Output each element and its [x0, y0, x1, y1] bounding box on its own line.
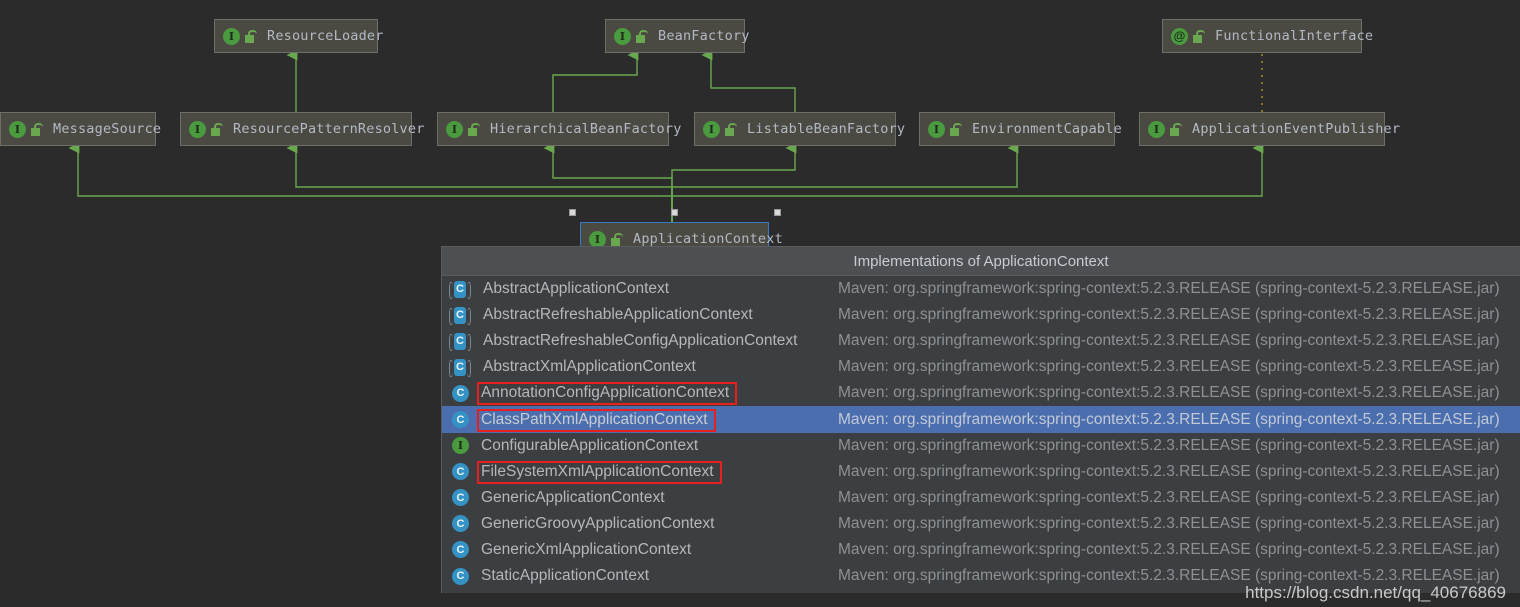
resize-handle[interactable] [773, 208, 781, 216]
class-node-label: ResourcePatternResolver [233, 121, 425, 137]
class-icon: C [452, 463, 469, 481]
class-node-applicationeventpublisher[interactable]: I ApplicationEventPublisher [1139, 112, 1400, 146]
interface-icon: I [703, 120, 720, 138]
implementations-popup[interactable]: Implementations of ApplicationContext CA… [441, 246, 1520, 596]
abstract-class-icon: C [449, 280, 471, 299]
class-icon: C [452, 541, 469, 559]
implementation-name: GenericApplicationContext [481, 488, 665, 506]
implementation-row[interactable]: C GenericGroovyApplicationContext Maven: o… [442, 511, 1520, 537]
maven-coordinate: Maven: org.springframework:spring-contex… [838, 462, 1500, 480]
implementation-name: AbstractXmlApplicationContext [483, 358, 696, 376]
implementation-row[interactable]: C AnnotationConfigApplicationContext Maven… [442, 380, 1520, 406]
class-node-environmentcapable[interactable]: I EnvironmentCapable [919, 112, 1122, 146]
implementation-name: AbstractRefreshableConfigApplicationCont… [483, 332, 798, 350]
class-node-label: ResourceLoader [267, 28, 384, 44]
resize-handle[interactable] [568, 208, 576, 216]
public-visibility-icon [245, 29, 257, 43]
maven-coordinate: Maven: org.springframework:spring-contex… [838, 488, 1500, 506]
implementations-list[interactable]: C AbstractApplicationContext Maven: org.sp… [442, 276, 1520, 589]
maven-coordinate: Maven: org.springframework:spring-contex… [838, 332, 1500, 350]
implementation-name: AbstractRefreshableApplicationContext [483, 306, 753, 324]
class-node-listablebeanfactory[interactable]: I ListableBeanFactory [694, 112, 905, 146]
maven-coordinate: Maven: org.springframework:spring-contex… [838, 436, 1500, 454]
class-node-label: MessageSource [53, 121, 162, 137]
interface-icon: I [446, 120, 463, 138]
public-visibility-icon [211, 122, 223, 136]
interface-icon: I [9, 120, 26, 138]
implementation-row[interactable]: C ClassPathXmlApplicationContext Maven: or… [442, 406, 1520, 433]
maven-coordinate: Maven: org.springframework:spring-contex… [838, 384, 1500, 402]
interface-icon: I [589, 230, 606, 248]
popup-title: Implementations of ApplicationContext [442, 247, 1520, 276]
class-node-beanfactory[interactable]: I BeanFactory [605, 19, 749, 53]
interface-icon: I [223, 27, 240, 45]
class-icon: C [452, 411, 469, 429]
public-visibility-icon [611, 232, 623, 246]
class-node-hierarchicalbeanfactory[interactable]: I HierarchicalBeanFactory [437, 112, 681, 146]
public-visibility-icon [950, 122, 962, 136]
class-node-messagesource[interactable]: I MessageSource [0, 112, 161, 146]
class-node-label: EnvironmentCapable [972, 121, 1122, 137]
abstract-class-icon: C [449, 306, 471, 325]
implementation-name: StaticApplicationContext [481, 567, 650, 585]
implementation-name: GenericGroovyApplicationContext [481, 514, 715, 532]
class-node-resourceloader[interactable]: I ResourceLoader [214, 19, 383, 53]
implementation-name: AnnotationConfigApplicationContext [481, 384, 730, 402]
implementation-row[interactable]: I ConfigurableApplicationContext Maven: or… [442, 433, 1520, 459]
implementation-name: ConfigurableApplicationContext [481, 436, 699, 454]
maven-coordinate: Maven: org.springframework:spring-contex… [838, 306, 1500, 324]
class-node-functionalinterface[interactable]: @ FunctionalInterface [1162, 19, 1373, 53]
implementation-row[interactable]: C AbstractRefreshableApplicationContext Ma… [442, 302, 1520, 328]
public-visibility-icon [31, 122, 43, 136]
implementation-row[interactable]: C GenericXmlApplicationContext Maven: org.… [442, 537, 1520, 563]
class-icon: C [452, 489, 469, 507]
public-visibility-icon [1170, 122, 1182, 136]
implementation-name: FileSystemXmlApplicationContext [481, 462, 714, 480]
interface-icon: I [928, 120, 945, 138]
abstract-class-icon: C [449, 358, 471, 377]
class-node-resourcepatternresolver[interactable]: I ResourcePatternResolver [180, 112, 424, 146]
interface-icon: I [614, 27, 631, 45]
class-icon: C [452, 515, 469, 533]
public-visibility-icon [636, 29, 648, 43]
public-visibility-icon [468, 122, 480, 136]
public-visibility-icon [1193, 29, 1205, 43]
interface-icon: I [189, 120, 206, 138]
annotation-icon: @ [1171, 27, 1188, 45]
interface-icon: I [1148, 120, 1165, 138]
maven-coordinate: Maven: org.springframework:spring-contex… [838, 540, 1500, 558]
class-node-label: ApplicationContext [633, 231, 783, 247]
class-node-label: BeanFactory [658, 28, 750, 44]
class-node-label: FunctionalInterface [1215, 28, 1374, 44]
public-visibility-icon [725, 122, 737, 136]
interface-icon: I [452, 437, 469, 455]
resize-handle[interactable] [671, 208, 678, 216]
maven-coordinate: Maven: org.springframework:spring-contex… [838, 280, 1500, 298]
implementation-name: AbstractApplicationContext [483, 280, 670, 298]
abstract-class-icon: C [449, 332, 471, 351]
watermark-url: https://blog.csdn.net/qq_40676869 [1245, 583, 1506, 602]
class-icon: C [452, 384, 469, 402]
maven-coordinate: Maven: org.springframework:spring-contex… [838, 514, 1500, 532]
maven-coordinate: Maven: org.springframework:spring-contex… [838, 358, 1500, 376]
class-node-label: ListableBeanFactory [747, 121, 906, 137]
implementation-row[interactable]: C AbstractRefreshableConfigApplicationCon… [442, 328, 1520, 354]
class-icon: C [452, 567, 469, 585]
uml-diagram-screen: I ResourceLoader I BeanFactory @ FunctionalIn… [0, 0, 1520, 607]
implementation-row[interactable]: C GenericApplicationContext Maven: org.spr… [442, 485, 1520, 511]
implementation-name: GenericXmlApplicationContext [481, 540, 692, 558]
implementation-name: ClassPathXmlApplicationContext [481, 410, 708, 428]
implementation-row[interactable]: C FileSystemXmlApplicationContext Maven: o… [442, 459, 1520, 485]
implementation-row[interactable]: C AbstractXmlApplicationContext Maven: org… [442, 354, 1520, 380]
implementation-row[interactable]: C AbstractApplicationContext Maven: org.sp… [442, 276, 1520, 302]
class-node-label: HierarchicalBeanFactory [490, 121, 682, 137]
class-node-label: ApplicationEventPublisher [1192, 121, 1401, 137]
maven-coordinate: Maven: org.springframework:spring-contex… [838, 410, 1500, 428]
